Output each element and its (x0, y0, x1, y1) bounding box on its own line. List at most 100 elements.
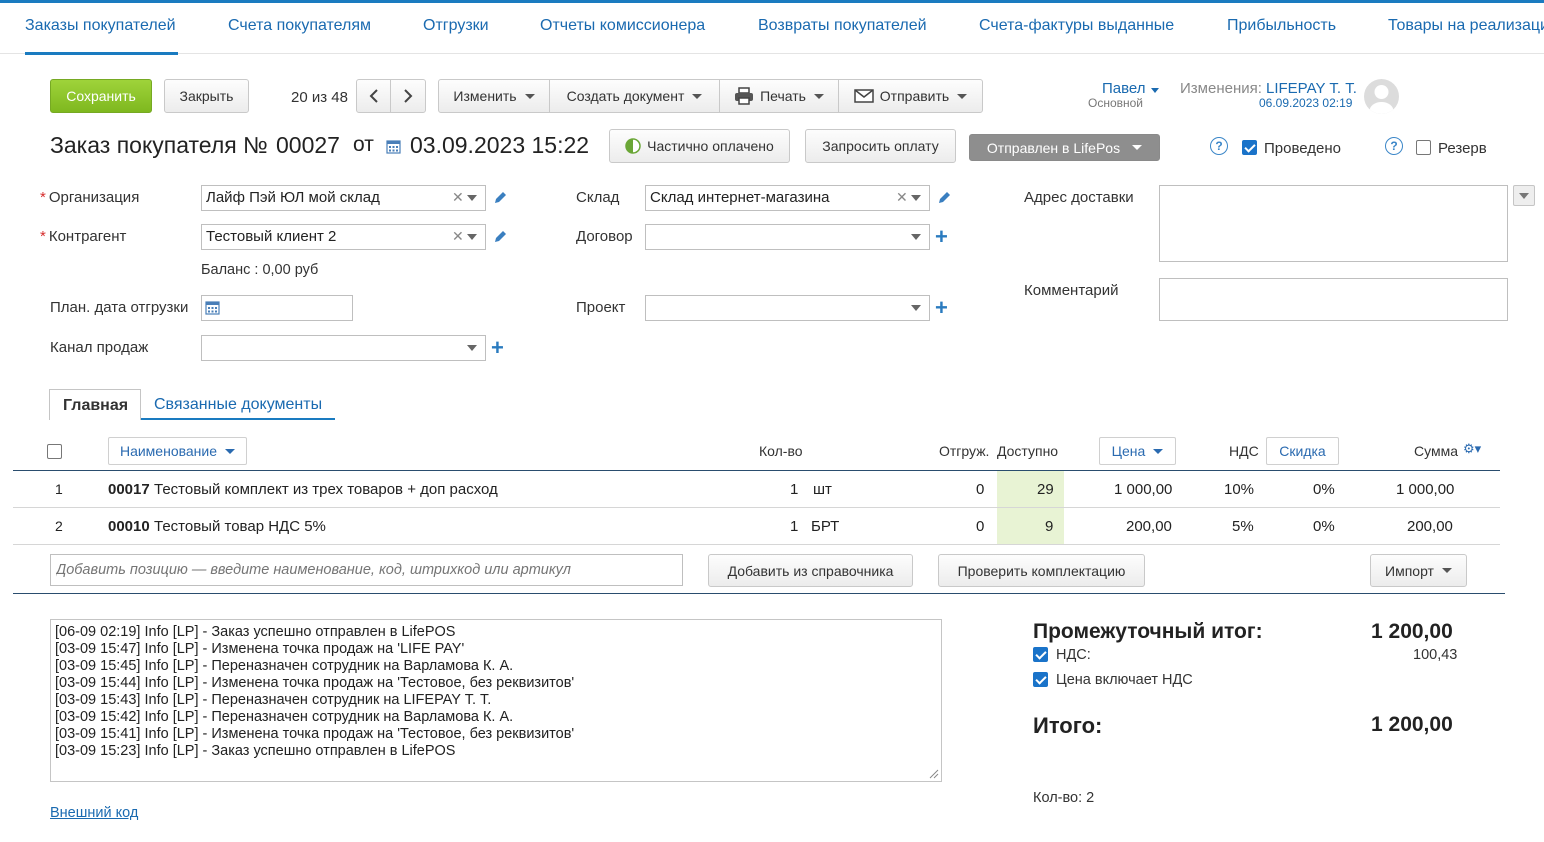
product-name[interactable]: Тестовый комплект из трех товаров + доп … (154, 481, 498, 498)
dropdown-chevron-icon[interactable] (467, 345, 477, 351)
nav-tab-customer-invoices[interactable]: Счета покупателям (228, 17, 371, 35)
add-plus-icon[interactable]: + (935, 226, 948, 248)
half-circle-icon (625, 138, 641, 154)
price-includes-vat-checkbox[interactable] (1033, 672, 1048, 687)
warehouse-field[interactable]: Склад интернет-магазина (645, 185, 930, 211)
user-name[interactable]: Павел (1102, 80, 1146, 97)
sum-value: 200,00 (1407, 518, 1453, 535)
select-all-checkbox[interactable] (47, 444, 62, 459)
comment-textarea[interactable] (1159, 278, 1508, 321)
discount-header-button[interactable]: Скидка (1266, 437, 1339, 465)
close-button[interactable]: Закрыть (164, 79, 249, 113)
nav-tab-goods-on-sale[interactable]: Товары на реализаци (1388, 17, 1544, 35)
qty-value[interactable]: 1 (790, 518, 798, 535)
discount-value[interactable]: 0% (1313, 518, 1335, 535)
address-textarea[interactable] (1159, 185, 1508, 262)
pencil-icon[interactable] (492, 190, 508, 206)
row-number: 1 (55, 481, 63, 497)
shipped-value: 0 (976, 518, 985, 535)
add-position-input[interactable] (50, 554, 683, 586)
dropdown-chevron-icon[interactable] (911, 234, 921, 240)
help-icon[interactable]: ? (1385, 137, 1403, 155)
organization-field[interactable]: Лайф Пэй ЮЛ мой склад (201, 185, 486, 211)
qty-value[interactable]: 1 (790, 481, 798, 498)
pencil-icon[interactable] (492, 229, 508, 245)
create-document-button[interactable]: Создать документ (549, 79, 720, 113)
change-menu-button[interactable]: Изменить (438, 79, 550, 113)
add-plus-icon[interactable]: + (491, 337, 504, 359)
payment-status-label: Частично оплачено (647, 138, 774, 154)
project-field[interactable] (645, 295, 930, 321)
check-kit-button[interactable]: Проверить комплектацию (938, 554, 1145, 587)
counterparty-field[interactable]: Тестовый клиент 2 (201, 224, 486, 250)
nav-tab-customer-orders[interactable]: Заказы покупателей (25, 17, 176, 35)
clear-x-icon[interactable]: ✕ (896, 189, 908, 206)
dropdown-chevron-icon[interactable] (467, 234, 477, 240)
nav-tab-invoices-issued[interactable]: Счета-фактуры выданные (979, 17, 1174, 35)
prev-button[interactable] (356, 79, 391, 113)
clear-x-icon[interactable]: ✕ (452, 189, 464, 206)
doc-number[interactable]: 00027 (276, 132, 340, 159)
changes-user[interactable]: LIFEPAY Т. Т. (1266, 80, 1357, 97)
printer-icon (735, 87, 754, 105)
calendar-icon[interactable] (205, 300, 220, 315)
dropdown-chevron-icon[interactable] (911, 305, 921, 311)
price-value[interactable]: 1 000,00 (1114, 481, 1172, 498)
product-code[interactable]: 00010 (108, 518, 150, 535)
contract-label: Договор (576, 228, 633, 245)
save-button[interactable]: Сохранить (50, 79, 152, 113)
next-button[interactable] (390, 79, 426, 113)
help-icon[interactable]: ? (1210, 137, 1228, 155)
resize-handle-icon[interactable] (929, 769, 939, 779)
price-sort-button[interactable]: Цена (1099, 437, 1176, 465)
avatar[interactable] (1364, 79, 1399, 114)
external-code-link[interactable]: Внешний код (50, 805, 138, 821)
name-sort-button[interactable]: Наименование (108, 437, 247, 465)
ship-date-label: План. дата отгрузки (50, 299, 189, 316)
dropdown-chevron-icon[interactable] (911, 195, 921, 201)
import-button[interactable]: Импорт (1370, 554, 1467, 587)
add-from-catalog-button[interactable]: Добавить из справочника (708, 554, 913, 587)
vat-checkbox[interactable] (1033, 647, 1048, 662)
discount-value[interactable]: 0% (1313, 481, 1335, 498)
event-log-textarea[interactable]: [06-09 02:19] Info [LP] - Заказ успешно … (50, 619, 942, 782)
nav-tab-customer-returns[interactable]: Возвраты покупателей (758, 17, 927, 35)
vat-value[interactable]: 10% (1224, 481, 1254, 498)
calendar-icon[interactable] (386, 139, 401, 154)
product-code[interactable]: 00017 (108, 481, 150, 498)
project-label: Проект (576, 299, 626, 316)
column-settings-gear-icon[interactable]: ⚙▾ (1463, 441, 1481, 457)
nav-tab-profitability[interactable]: Прибыльность (1227, 17, 1336, 35)
tab-related-documents[interactable]: Связанные документы (154, 396, 322, 414)
print-button[interactable]: Печать (719, 79, 839, 113)
pencil-icon[interactable] (936, 190, 952, 206)
payment-status-button[interactable]: Частично оплачено (609, 129, 790, 163)
channel-field[interactable] (201, 335, 486, 361)
reserve-label-text: Резерв (1438, 140, 1487, 157)
user-menu-chevron-icon[interactable] (1151, 88, 1159, 93)
posted-checkbox[interactable] (1242, 140, 1257, 155)
add-plus-icon[interactable]: + (935, 297, 948, 319)
vat-value[interactable]: 5% (1232, 518, 1254, 535)
user-avatar-icon (1369, 85, 1394, 114)
price-value[interactable]: 200,00 (1126, 518, 1172, 535)
address-expand-button[interactable] (1513, 185, 1535, 206)
reserve-checkbox[interactable] (1416, 140, 1431, 155)
dropdown-chevron-icon[interactable] (467, 195, 477, 201)
changes-label: Изменения: (1180, 80, 1262, 97)
send-button[interactable]: Отправить (838, 79, 983, 113)
clear-x-icon[interactable]: ✕ (452, 228, 464, 245)
nav-tab-commission-reports[interactable]: Отчеты комиссионера (540, 17, 705, 35)
request-payment-button[interactable]: Запросить оплату (805, 129, 956, 163)
contract-field[interactable] (645, 224, 930, 250)
product-name[interactable]: Тестовый товар НДС 5% (154, 518, 326, 535)
ship-date-field[interactable] (201, 295, 353, 321)
sent-status-button[interactable]: Отправлен в LifePos (969, 134, 1160, 161)
tab-main[interactable]: Главная (49, 389, 141, 420)
balance-text: Баланс : 0,00 руб (201, 262, 319, 278)
doc-date[interactable]: 03.09.2023 15:22 (410, 132, 589, 159)
pager-text: 20 из 48 (291, 89, 348, 106)
nav-tab-shipments[interactable]: Отгрузки (423, 17, 489, 35)
available-cell-bg (997, 508, 1064, 544)
available-value: 9 (1045, 518, 1054, 535)
